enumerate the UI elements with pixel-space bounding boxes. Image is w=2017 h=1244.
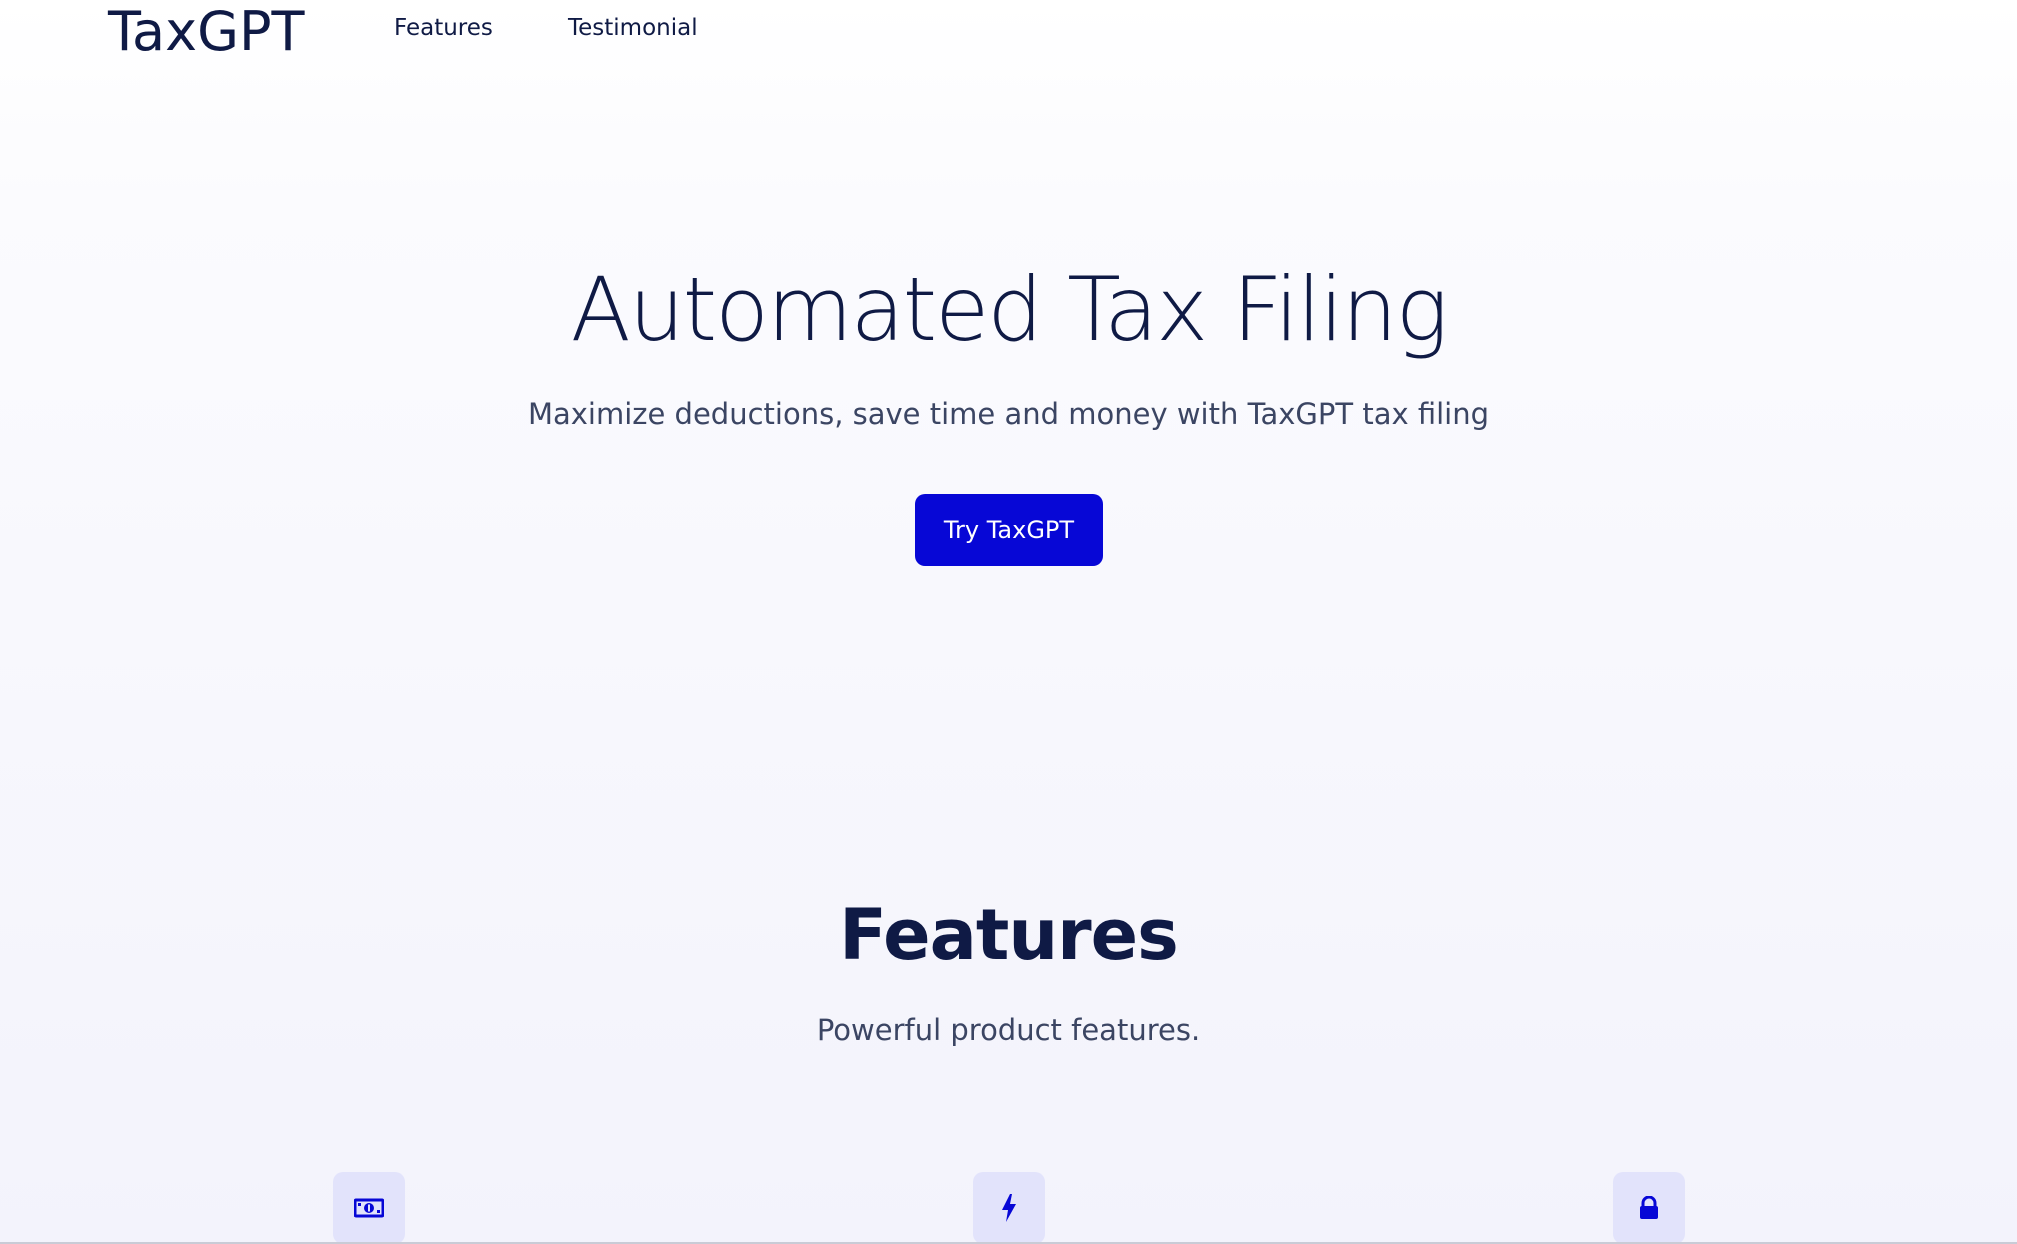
try-taxgpt-button[interactable]: Try TaxGPT <box>915 494 1103 566</box>
nav-link-features[interactable]: Features <box>394 14 493 42</box>
brand-logo[interactable]: TaxGPT <box>108 0 305 64</box>
money-icon <box>333 1172 405 1244</box>
hero-subtitle: Maximize deductions, save time and money… <box>527 397 1490 431</box>
hero-title: Automated Tax Filing <box>570 258 1449 361</box>
nav-link-testimonial[interactable]: Testimonial <box>568 14 698 42</box>
top-nav: TaxGPT Features Testimonial <box>0 0 2017 64</box>
lock-icon <box>1613 1172 1685 1244</box>
lightning-icon <box>973 1172 1045 1244</box>
features-title: Features <box>839 894 1179 976</box>
features-subtitle: Powerful product features. <box>816 1013 1201 1047</box>
